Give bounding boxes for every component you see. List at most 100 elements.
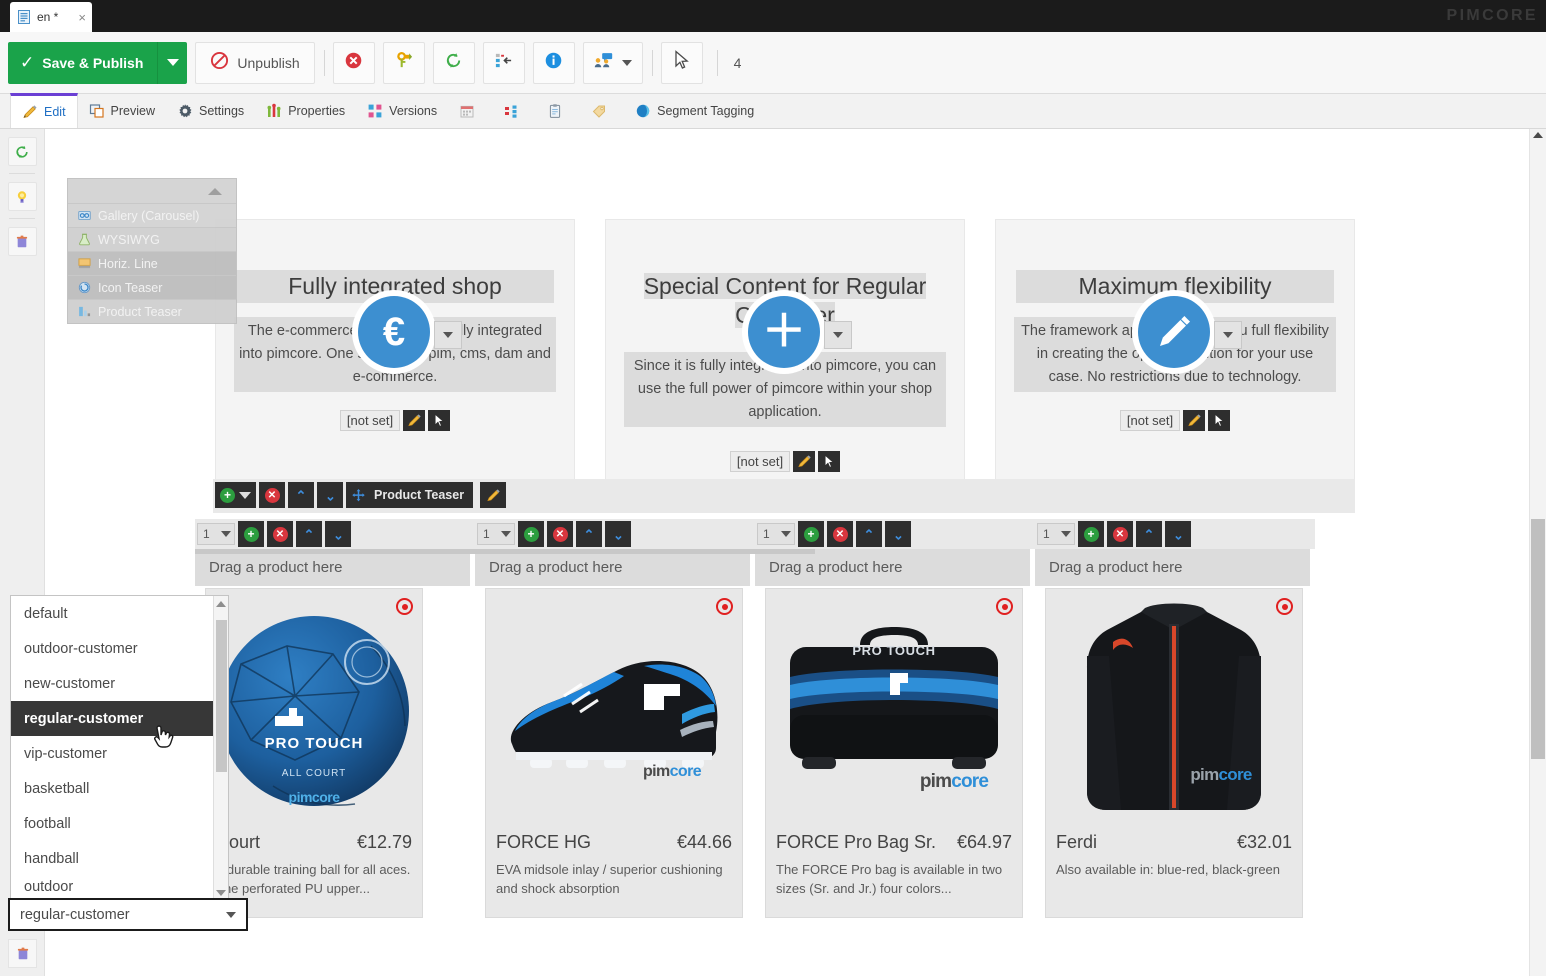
- brick-item-icon-teaser[interactable]: Icon Teaser: [68, 275, 236, 299]
- teaser-2-icon-select[interactable]: [824, 321, 852, 349]
- teaser-3-icon-select[interactable]: [1214, 321, 1242, 349]
- teaser-3-link-notset[interactable]: [not set]: [1120, 410, 1180, 431]
- product-4-index-select[interactable]: 1: [1037, 523, 1075, 545]
- brick-item-product-teaser[interactable]: Product Teaser: [68, 299, 236, 323]
- product-4-card[interactable]: pimcore Ferdi €32.01 Also available in: …: [1045, 588, 1303, 918]
- inner-horizontal-scrollbar[interactable]: [195, 549, 815, 554]
- product-3-move-up-button[interactable]: ⌃: [856, 521, 882, 547]
- product-2-move-down-button[interactable]: ⌃: [605, 521, 631, 547]
- tab-edit[interactable]: Edit: [10, 93, 78, 128]
- rail-trash-bottom-button[interactable]: [8, 939, 37, 968]
- dropdown-option-regular-customer[interactable]: regular-customer: [11, 701, 228, 736]
- product-4-move-up-button[interactable]: ⌃: [1136, 521, 1162, 547]
- teaser-2-link-notset[interactable]: [not set]: [730, 451, 790, 472]
- product-4-add-button[interactable]: +: [1078, 521, 1104, 547]
- teaser-1-icon-select[interactable]: [434, 321, 462, 349]
- product-3-remove-button[interactable]: ✕: [827, 521, 853, 547]
- teaser-3-pick-button[interactable]: [1208, 410, 1230, 431]
- product-2-index-select[interactable]: 1: [477, 523, 515, 545]
- product-2-card[interactable]: pimcore FORCE HG €44.66 EVA midsole inla…: [485, 588, 743, 918]
- product-1-remove-button[interactable]: ✕: [267, 521, 293, 547]
- product-2-remove-button[interactable]: ✕: [547, 521, 573, 547]
- block-edit-button[interactable]: [480, 482, 506, 508]
- tab-settings[interactable]: Settings: [166, 94, 255, 128]
- open-in-tree-button[interactable]: [483, 42, 525, 84]
- product-1-index-select[interactable]: 1: [197, 523, 235, 545]
- target-group-combo-field[interactable]: regular-customer: [8, 898, 248, 931]
- product-2-move-up-button[interactable]: ⌃: [576, 521, 602, 547]
- info-button[interactable]: [533, 42, 575, 84]
- target-red-icon[interactable]: [396, 598, 413, 615]
- save-dropdown-button[interactable]: [157, 42, 187, 84]
- target-group-button[interactable]: [583, 42, 643, 84]
- product-4-move-down-button[interactable]: ⌃: [1165, 521, 1191, 547]
- teaser-3-edit-button[interactable]: [1183, 410, 1205, 431]
- chevron-up-icon[interactable]: [216, 601, 226, 607]
- product-4-remove-button[interactable]: ✕: [1107, 521, 1133, 547]
- product-3-drop-zone[interactable]: Drag a product here: [755, 549, 1030, 586]
- target-group-dropdown-list[interactable]: default outdoor-customer new-customer re…: [10, 595, 229, 900]
- product-1-card[interactable]: PRO TOUCH ALL COURT pimcore Court €12.79…: [205, 588, 423, 918]
- product-1-move-down-button[interactable]: ⌃: [325, 521, 351, 547]
- close-icon[interactable]: ×: [78, 11, 86, 24]
- product-1-move-up-button[interactable]: ⌃: [296, 521, 322, 547]
- product-3-card[interactable]: PRO TOUCH pimcore FORCE Pro Bag Sr. €64.…: [765, 588, 1023, 918]
- block-add-button[interactable]: +: [215, 482, 256, 508]
- target-red-icon[interactable]: [1276, 598, 1293, 615]
- teaser-1-pick-button[interactable]: [428, 410, 450, 431]
- chevron-down-icon[interactable]: [216, 890, 226, 896]
- rail-reload-button[interactable]: [8, 137, 37, 166]
- product-1-add-button[interactable]: +: [238, 521, 264, 547]
- teaser-1-link-notset[interactable]: [not set]: [340, 410, 400, 431]
- tab-notes[interactable]: [536, 94, 580, 128]
- dropdown-option-default[interactable]: default: [11, 596, 228, 631]
- product-3-index-select[interactable]: 1: [757, 523, 795, 545]
- block-move-down-button[interactable]: ⌃: [317, 482, 343, 508]
- rail-hint-button[interactable]: [8, 182, 37, 211]
- target-red-icon[interactable]: [716, 598, 733, 615]
- edit-mode-pointer-button[interactable]: [661, 42, 703, 84]
- document-tab-en[interactable]: en * ×: [10, 2, 92, 32]
- product-1-drop-zone[interactable]: Drag a product here: [195, 549, 470, 586]
- dropdown-scrollbar[interactable]: [213, 596, 228, 900]
- unpublish-button[interactable]: Unpublish: [195, 42, 314, 84]
- chevron-up-icon[interactable]: [1533, 132, 1543, 138]
- tab-properties[interactable]: Properties: [255, 94, 356, 128]
- delete-button[interactable]: [333, 42, 375, 84]
- tab-scheduler[interactable]: [448, 94, 492, 128]
- tab-tags[interactable]: [580, 94, 624, 128]
- brick-item-horiz-line[interactable]: Horiz. Line: [68, 251, 236, 275]
- brick-item-gallery-carousel[interactable]: Gallery (Carousel): [68, 203, 236, 227]
- product-3-move-down-button[interactable]: ⌃: [885, 521, 911, 547]
- tab-dependencies[interactable]: [492, 94, 536, 128]
- canvas-vertical-scrollbar[interactable]: [1529, 129, 1546, 976]
- target-red-icon[interactable]: [996, 598, 1013, 615]
- product-2-drop-zone[interactable]: Drag a product here: [475, 549, 750, 586]
- block-move-up-button[interactable]: ⌃: [288, 482, 314, 508]
- rename-button[interactable]: [383, 42, 425, 84]
- dropdown-option-basketball[interactable]: basketball: [11, 771, 228, 806]
- rail-trash-button[interactable]: [8, 227, 37, 256]
- dropdown-option-outdoor[interactable]: outdoor: [11, 876, 228, 898]
- reload-button[interactable]: [433, 42, 475, 84]
- block-remove-button[interactable]: ✕: [259, 482, 285, 508]
- scrollbar-thumb[interactable]: [1531, 519, 1545, 759]
- save-and-publish-button[interactable]: ✓ Save & Publish: [8, 42, 187, 84]
- teaser-2-edit-button[interactable]: [793, 451, 815, 472]
- dropdown-option-outdoor-customer[interactable]: outdoor-customer: [11, 631, 228, 666]
- block-label-handle[interactable]: Product Teaser: [346, 482, 473, 508]
- brick-item-wysiwyg[interactable]: WYSIWYG: [68, 227, 236, 251]
- dropdown-option-vip-customer[interactable]: vip-customer: [11, 736, 228, 771]
- product-2-add-button[interactable]: +: [518, 521, 544, 547]
- teaser-1-edit-button[interactable]: [403, 410, 425, 431]
- dropdown-option-new-customer[interactable]: new-customer: [11, 666, 228, 701]
- product-4-drop-zone[interactable]: Drag a product here: [1035, 549, 1310, 586]
- teaser-2-pick-button[interactable]: [818, 451, 840, 472]
- tab-versions[interactable]: Versions: [356, 94, 448, 128]
- product-3-add-button[interactable]: +: [798, 521, 824, 547]
- brick-panel-header[interactable]: [68, 179, 236, 203]
- tab-preview[interactable]: Preview: [78, 94, 166, 128]
- dropdown-option-football[interactable]: football: [11, 806, 228, 841]
- scrollbar-thumb[interactable]: [216, 620, 227, 772]
- tab-segment-tagging[interactable]: Segment Tagging: [624, 94, 765, 128]
